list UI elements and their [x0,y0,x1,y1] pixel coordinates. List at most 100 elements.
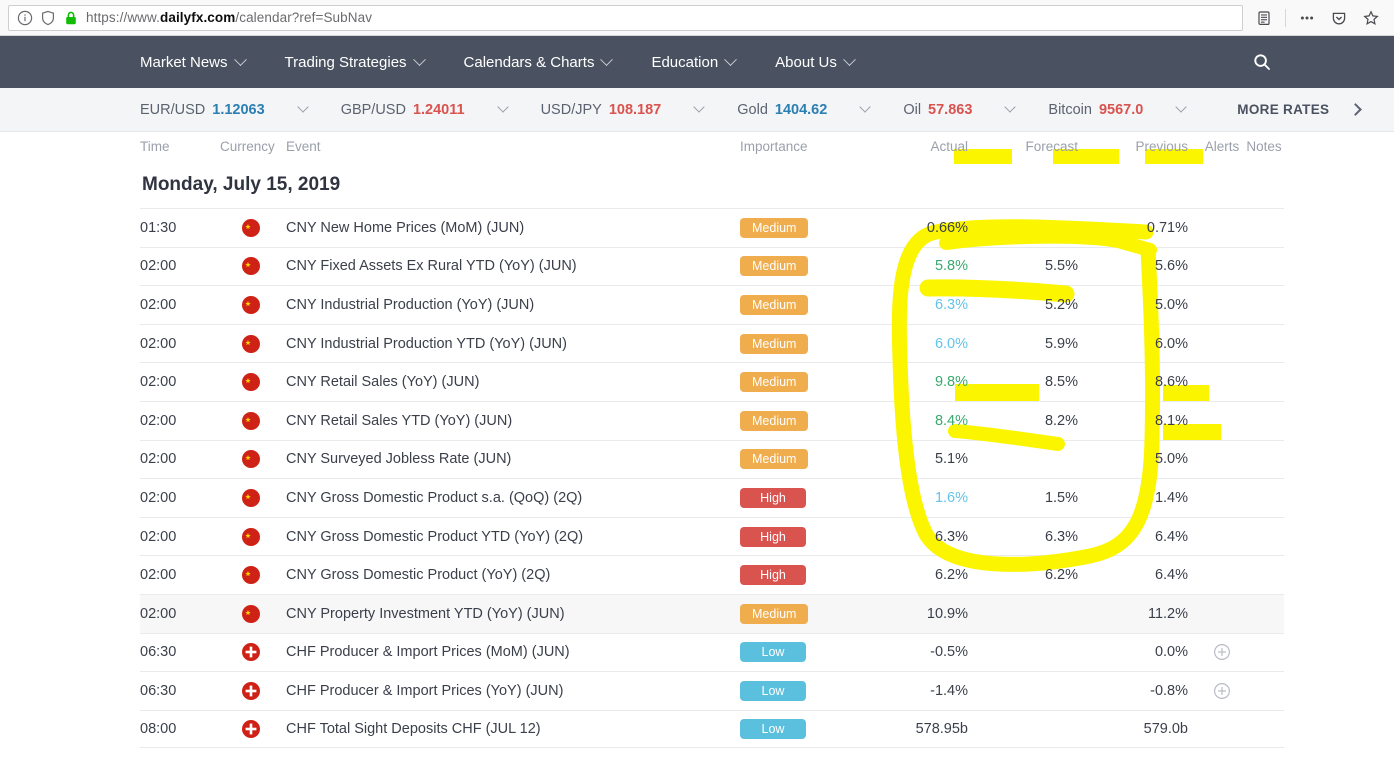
row-actual: 578.95b [915,721,968,738]
row-actual: 5.1% [934,451,968,468]
row-importance: Medium [740,410,870,431]
row-forecast: 8.5% [1044,374,1078,391]
row-time: 02:00 [140,258,177,275]
cn-flag-icon [242,450,260,469]
add-alert-icon[interactable] [1213,643,1231,661]
cn-flag-icon [242,334,260,353]
search-icon [1254,54,1270,70]
row-previous: 1.4% [1154,489,1188,506]
table-row[interactable]: 02:00 CNY Gross Domestic Product (YoY) (… [140,555,1284,594]
importance-badge[interactable]: Medium [740,410,809,431]
importance-badge[interactable]: Medium [740,372,809,393]
shield-icon[interactable] [40,10,56,26]
pocket-save-button[interactable] [1324,4,1354,32]
column-header-alerts[interactable]: Alerts [1200,139,1244,154]
site-search-button[interactable] [1250,50,1274,74]
chevron-right-icon[interactable] [1349,103,1363,116]
row-previous: 5.0% [1154,296,1188,313]
importance-badge[interactable]: Medium [740,449,809,470]
rate-usd-jpy[interactable]: USD/JPY 108.187 [541,102,662,118]
reader-view-button[interactable] [1249,4,1279,32]
row-time: 06:30 [140,644,177,661]
row-event: CHF Producer & Import Prices (MoM) (JUN) [286,644,570,661]
row-importance: Medium [740,603,870,624]
more-rates-button[interactable]: MORE RATES [1237,102,1329,117]
row-time: 02:00 [140,374,177,391]
column-header-notes[interactable]: Notes [1244,139,1284,154]
table-row[interactable]: 06:30 CHF Producer & Import Prices (MoM)… [140,632,1284,672]
table-row[interactable]: 02:00 CNY Property Investment YTD (YoY) … [140,593,1284,633]
nav-item-calendars-charts[interactable]: Calendars & Charts [464,52,614,71]
chevron-down-icon[interactable] [859,101,871,113]
importance-badge[interactable]: Low [740,719,806,740]
column-header-actual[interactable]: Actual [870,139,980,154]
table-row[interactable]: 02:00 CNY Retail Sales YTD (YoY) (JUN) M… [140,400,1284,440]
calendar-header-row: Time Currency Event Importance Actual Fo… [140,132,1284,160]
table-row[interactable]: 02:00 CNY Gross Domestic Product YTD (Yo… [140,516,1284,556]
info-icon[interactable] [17,10,33,26]
table-row[interactable]: 02:00 CNY Gross Domestic Product s.a. (Q… [140,478,1284,517]
rate-eur-usd[interactable]: EUR/USD 1.12063 [140,102,265,118]
importance-badge[interactable]: Medium [740,333,809,354]
row-time: 02:00 [140,335,177,352]
rate-gold[interactable]: Gold 1404.62 [737,102,827,118]
row-event: CNY Industrial Production (YoY) (JUN) [286,296,535,313]
row-currency-flag [220,449,282,469]
table-row[interactable]: 08:00 CHF Total Sight Deposits CHF (JUL … [140,709,1284,749]
table-row[interactable]: 02:00 CNY Industrial Production (YoY) (J… [140,285,1284,324]
add-alert-icon[interactable] [1213,682,1231,700]
nav-item-market-news[interactable]: Market News [140,52,247,71]
chevron-down-icon[interactable] [496,101,509,113]
lock-icon[interactable] [63,10,79,26]
page-actions-menu-button[interactable] [1292,4,1322,32]
importance-badge[interactable]: Low [740,642,806,663]
rate-label: Oil [903,101,922,118]
row-previous: 5.6% [1154,258,1188,275]
column-header-time[interactable]: Time [140,139,220,154]
row-importance: High [740,526,870,547]
chevron-down-icon[interactable] [1175,101,1187,113]
nav-item-trading-strategies[interactable]: Trading Strategies [285,52,426,71]
table-row[interactable]: 01:30 CNY New Home Prices (MoM) (JUN) Me… [140,208,1284,247]
table-row[interactable]: 02:00 CNY Fixed Assets Ex Rural YTD (YoY… [140,246,1284,286]
bookmark-button[interactable] [1356,4,1386,32]
importance-badge[interactable]: Medium [740,256,809,277]
row-currency-flag [220,565,282,585]
rate-label: USD/JPY [540,101,602,118]
cn-flag-icon [242,566,260,585]
table-row[interactable]: 02:00 CNY Industrial Production YTD (YoY… [140,323,1284,363]
chevron-down-icon[interactable] [297,101,309,113]
table-row[interactable]: 06:30 CHF Producer & Import Prices (YoY)… [140,671,1284,710]
rate-bitcoin[interactable]: Bitcoin 9567.0 [1048,102,1143,118]
importance-badge[interactable]: Medium [740,217,809,238]
rate-gbp-usd[interactable]: GBP/USD 1.24011 [341,102,465,118]
table-row[interactable]: 02:00 CNY Surveyed Jobless Rate (JUN) Me… [140,439,1284,479]
nav-item-education[interactable]: Education [651,52,738,71]
ch-flag-icon [242,720,260,739]
row-previous: 0.0% [1154,644,1188,661]
rate-oil[interactable]: Oil 57.863 [903,102,972,118]
importance-badge[interactable]: High [740,487,806,508]
row-currency-flag [220,719,282,739]
column-header-event[interactable]: Event [282,139,740,154]
url-text: https://www.dailyfx.com/calendar?ref=Sub… [86,10,373,25]
row-event: CNY Gross Domestic Product (YoY) (2Q) [286,567,551,584]
column-header-importance[interactable]: Importance [740,139,870,154]
importance-badge[interactable]: High [740,526,806,547]
nav-item-about-us[interactable]: About Us [775,52,856,71]
chevron-down-icon[interactable] [1004,101,1017,113]
column-header-currency[interactable]: Currency [220,139,282,154]
row-previous: -0.8% [1150,682,1188,699]
chevron-down-icon[interactable] [693,101,705,113]
row-time: 02:00 [140,412,177,429]
address-bar[interactable]: https://www.dailyfx.com/calendar?ref=Sub… [8,4,1243,31]
importance-badge[interactable]: Medium [740,294,809,315]
table-row[interactable]: 02:00 CNY Retail Sales (YoY) (JUN) Mediu… [140,362,1284,401]
importance-badge[interactable]: High [740,565,806,586]
row-currency-flag [220,488,282,508]
cn-flag-icon [242,295,260,314]
importance-badge[interactable]: Medium [740,603,809,624]
importance-badge[interactable]: Low [740,680,806,701]
column-header-forecast[interactable]: Forecast [980,139,1090,154]
column-header-previous[interactable]: Previous [1090,139,1200,154]
